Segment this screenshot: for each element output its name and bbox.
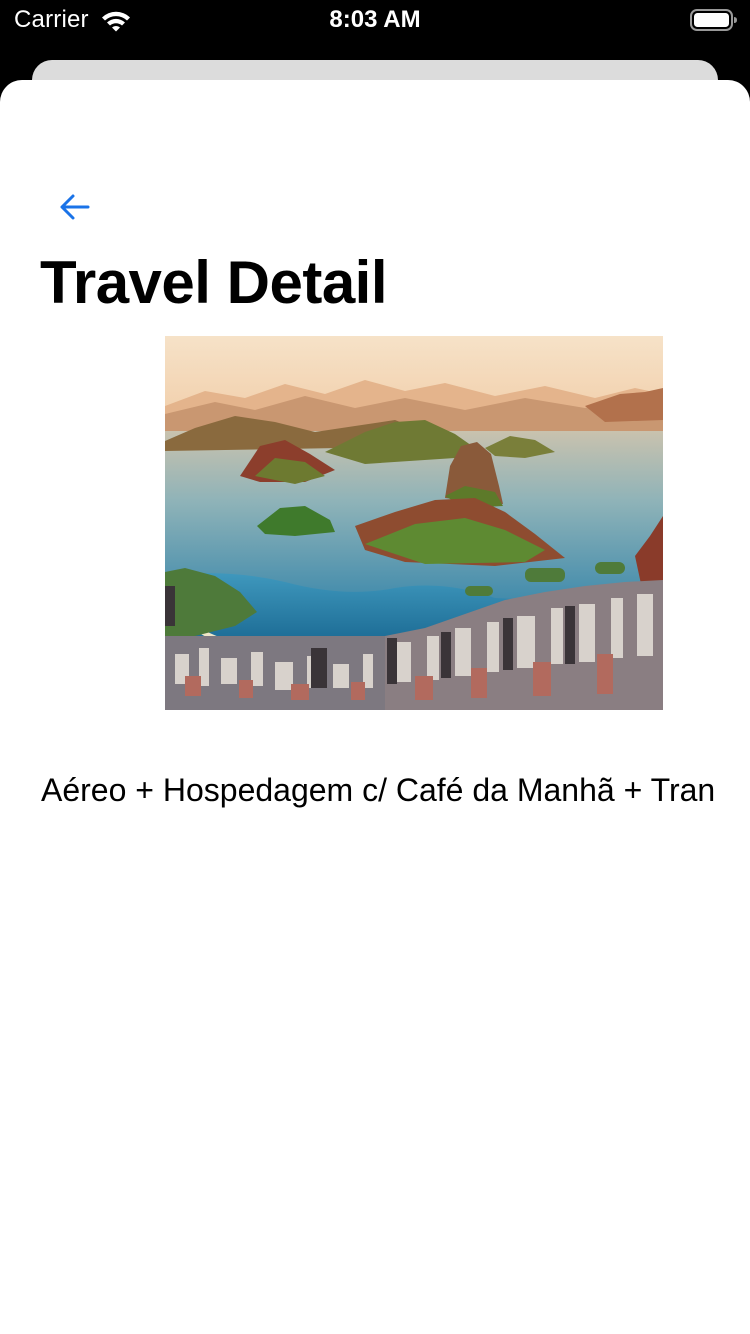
battery-icon — [690, 9, 737, 31]
package-description: Aéreo + Hospedagem c/ Café da Manhã + Tr… — [41, 772, 716, 808]
page-title: Travel Detail — [40, 249, 388, 316]
phone-screen: Carrier 8:03 AM Travel Detail Aéreo + Ho… — [0, 0, 750, 1334]
status-bar: Carrier 8:03 AM — [0, 0, 750, 40]
back-button[interactable] — [48, 184, 100, 228]
destination-photo — [165, 336, 663, 710]
rio-de-janeiro-bay-photo — [165, 336, 663, 710]
travel-detail-sheet: Travel Detail Aéreo + Hospedagem c/ Café… — [0, 80, 750, 1334]
back-arrow-icon — [60, 194, 90, 220]
status-time: 8:03 AM — [329, 6, 421, 33]
